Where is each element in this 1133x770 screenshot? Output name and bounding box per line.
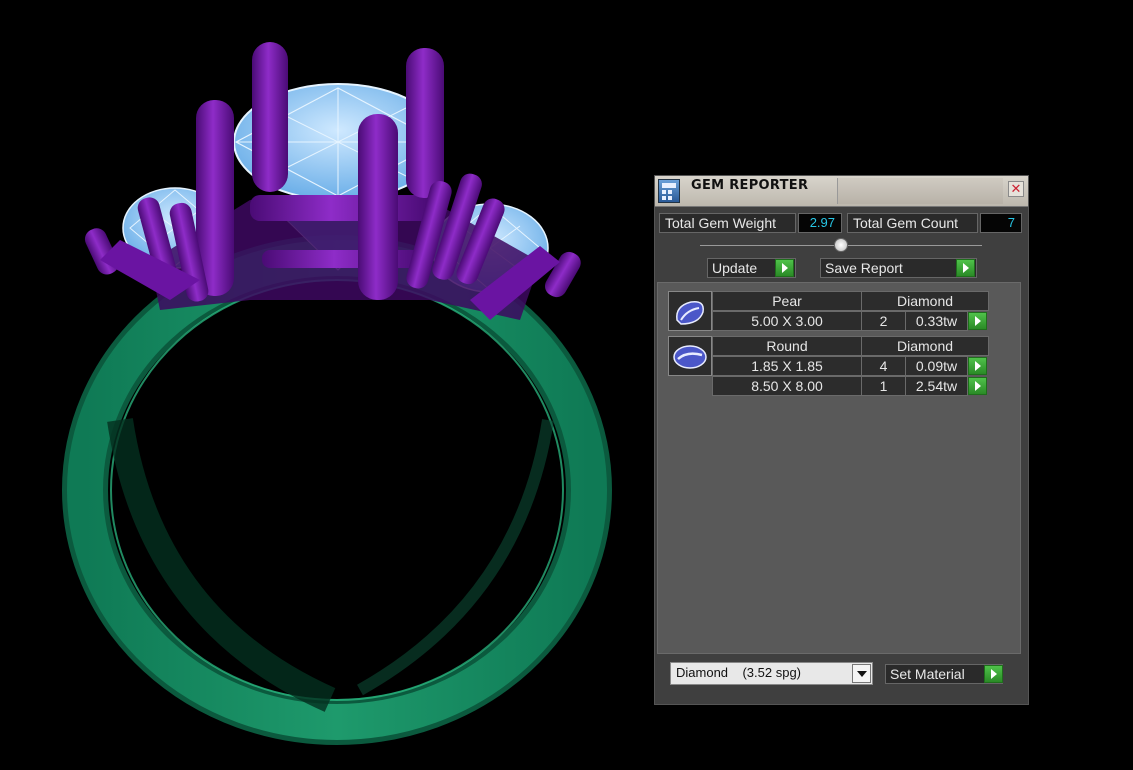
gem-row-go-icon[interactable] bbox=[968, 377, 987, 395]
dropdown-arrow-icon[interactable] bbox=[852, 664, 871, 683]
gem-count: 1 bbox=[861, 376, 906, 396]
total-gem-weight-value: 2.97 bbox=[798, 213, 842, 233]
gem-reporter-icon bbox=[658, 179, 680, 203]
gem-count: 2 bbox=[861, 311, 906, 331]
update-button-label: Update bbox=[712, 260, 758, 276]
gem-list[interactable]: Pear Diamond 5.00 X 3.00 2 0.33tw Round … bbox=[657, 282, 1021, 654]
material-select-value: Diamond (3.52 spg) bbox=[676, 665, 802, 680]
set-material-button-label: Set Material bbox=[890, 666, 965, 682]
set-material-go-icon[interactable] bbox=[984, 665, 1003, 683]
gem-dimensions: 5.00 X 3.00 bbox=[712, 311, 862, 331]
save-report-button-label: Save Report bbox=[825, 260, 903, 276]
gem-weight: 2.54tw bbox=[905, 376, 968, 396]
material-select[interactable]: Diamond (3.52 spg) bbox=[670, 662, 873, 685]
total-gem-count-value: 7 bbox=[980, 213, 1022, 233]
slider-knob-icon[interactable] bbox=[834, 238, 848, 252]
gem-material: Diamond bbox=[861, 336, 989, 356]
close-icon[interactable]: ✕ bbox=[1008, 181, 1024, 197]
gem-shape: Round bbox=[712, 336, 862, 356]
total-gem-weight-label: Total Gem Weight bbox=[659, 213, 796, 233]
gem-material: Diamond bbox=[861, 291, 989, 311]
gem-reporter-panel: GEM REPORTER ✕ Total Gem Weight 2.97 Tot… bbox=[654, 175, 1029, 705]
panel-title: GEM REPORTER bbox=[691, 178, 809, 193]
gem-shape: Pear bbox=[712, 291, 862, 311]
gem-row-go-icon[interactable] bbox=[968, 312, 987, 330]
title-bar[interactable]: GEM REPORTER ✕ bbox=[655, 176, 1028, 207]
gem-weight: 0.09tw bbox=[905, 356, 968, 376]
gem-row-go-icon[interactable] bbox=[968, 357, 987, 375]
total-gem-count-label: Total Gem Count bbox=[847, 213, 978, 233]
gem-dimensions: 8.50 X 8.00 bbox=[712, 376, 862, 396]
ring-shank bbox=[62, 235, 612, 745]
update-go-icon[interactable] bbox=[775, 259, 794, 277]
pear-gem-icon[interactable] bbox=[668, 291, 712, 331]
title-tab bbox=[837, 178, 1003, 204]
save-report-button[interactable]: Save Report bbox=[820, 258, 977, 278]
round-gem-icon[interactable] bbox=[668, 336, 712, 376]
gem-dimensions: 1.85 X 1.85 bbox=[712, 356, 862, 376]
3d-viewport[interactable] bbox=[0, 0, 640, 765]
gem-weight: 0.33tw bbox=[905, 311, 968, 331]
ring-model[interactable] bbox=[0, 0, 640, 765]
gem-count: 4 bbox=[861, 356, 906, 376]
save-report-go-icon[interactable] bbox=[956, 259, 975, 277]
